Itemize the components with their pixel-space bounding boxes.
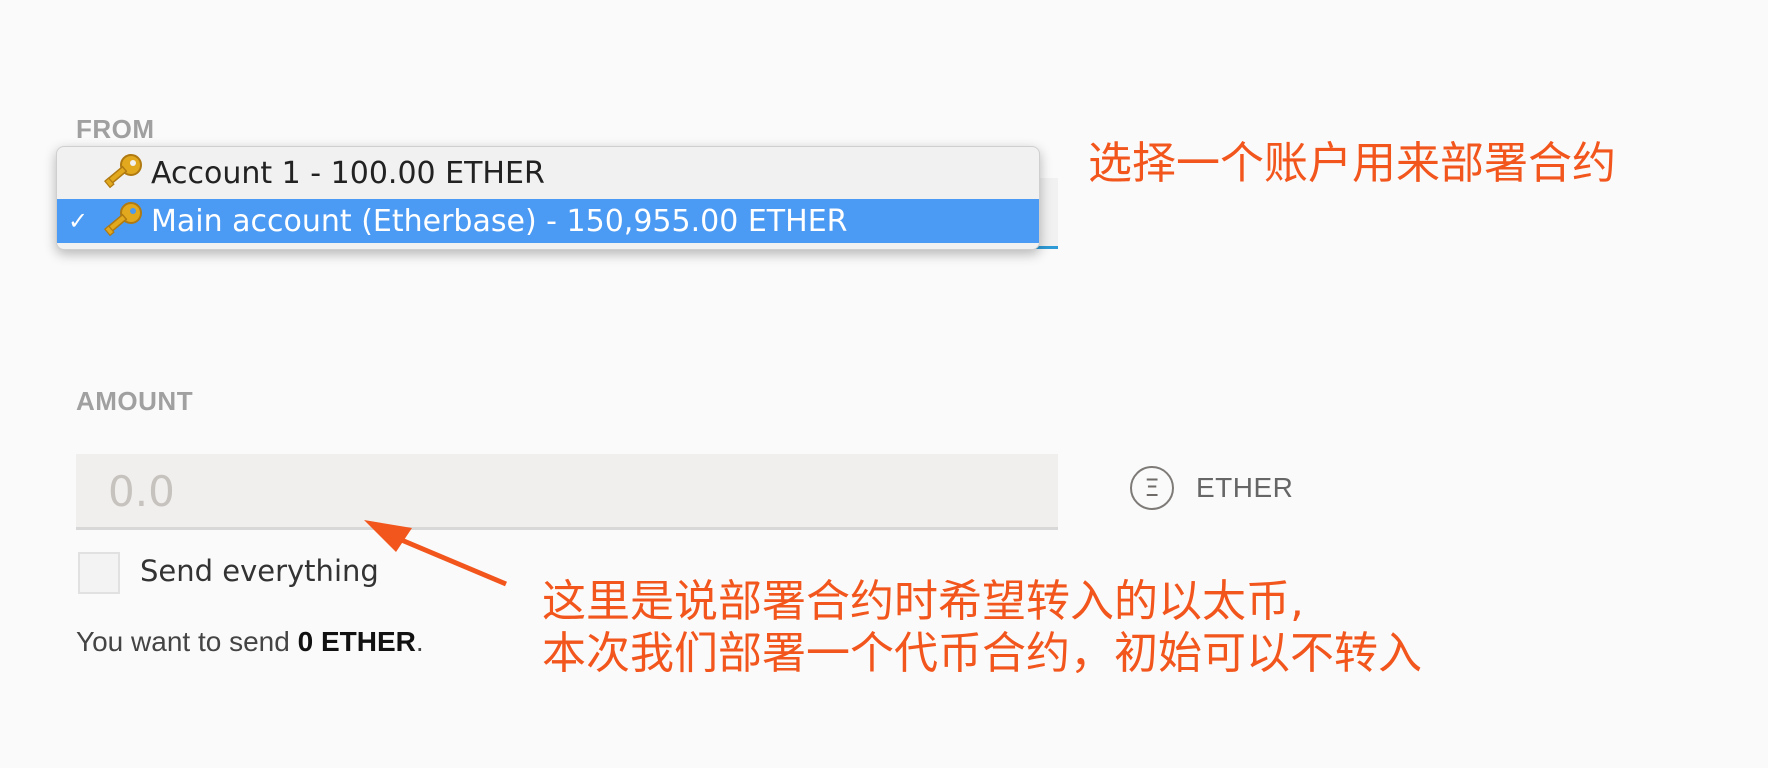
annotation-amount: 这里是说部署合约时希望转入的以太币, 本次我们部署一个代币合约，初始可以不转入: [542, 576, 1422, 680]
annotation-amount-line2: 本次我们部署一个代币合约，初始可以不转入: [542, 628, 1422, 679]
annotation-amount-line1: 这里是说部署合约时希望转入的以太币,: [542, 576, 1304, 627]
